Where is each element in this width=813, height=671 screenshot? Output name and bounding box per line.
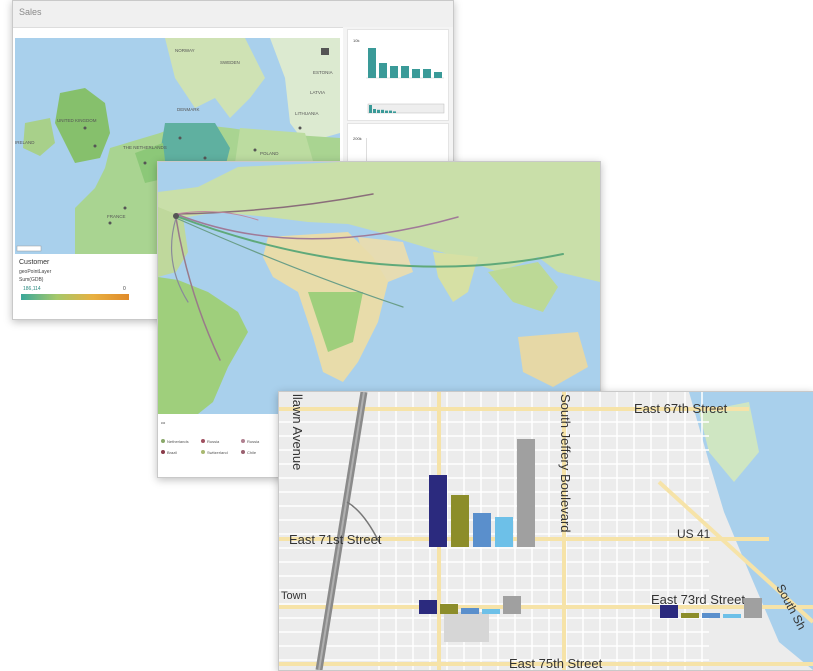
side-bar-chart-panel[interactable]: 10k	[347, 29, 449, 121]
bar-group-1-bar[interactable]	[495, 517, 513, 547]
map-label-estonia: ESTONIA	[313, 70, 333, 75]
label-e75: East 75th Street	[509, 656, 603, 670]
flow-legend-item[interactable]: Netherlands	[161, 439, 189, 444]
side-chart-bar[interactable]	[368, 48, 376, 78]
bar-group-3-bar[interactable]	[744, 598, 762, 618]
bar-group-2-bar[interactable]	[419, 600, 437, 614]
street-map-window: East 67th Street East 71st Street East 7…	[278, 391, 813, 671]
label-lawn: llawn Avenue	[290, 394, 305, 470]
legend-item-label: Netherlands	[167, 439, 189, 444]
sales-title: Sales	[19, 7, 42, 17]
side-chart-bar[interactable]	[423, 69, 431, 78]
side-chart-bar[interactable]	[390, 66, 398, 78]
bar-group-1-bar[interactable]	[451, 495, 469, 547]
world-flow-map[interactable]	[158, 162, 600, 414]
street-map[interactable]: East 67th Street East 71st Street East 7…	[279, 392, 813, 670]
legend-min-value: 186,114	[23, 286, 41, 292]
range-selector-bar	[373, 109, 376, 113]
legend-item-label: Chile	[247, 450, 257, 455]
legend-swatch	[241, 450, 245, 454]
bar-group-2-bar[interactable]	[482, 609, 500, 614]
side-chart-bar[interactable]	[379, 63, 387, 78]
legend-item-label: Russia	[207, 439, 220, 444]
side-chart-bar[interactable]	[412, 69, 420, 78]
label-sjb: South Jeffery Boulevard	[558, 394, 573, 533]
map-label-norway: NORWAY	[175, 48, 195, 53]
map-scale-bar	[16, 245, 42, 252]
map-label-poland: POLAND	[260, 151, 279, 156]
bar-group-3-bar[interactable]	[660, 605, 678, 618]
legend-subtitle-1: geoPointLayer	[19, 269, 52, 275]
map-label-netherlands: THE NETHERLANDS	[123, 145, 167, 150]
side-bar-chart	[366, 48, 445, 114]
flow-legend-item[interactable]: Brazil	[161, 450, 177, 455]
legend-swatch	[241, 439, 245, 443]
range-selector-bar	[385, 110, 388, 113]
bar-group-1-bar[interactable]	[517, 439, 535, 547]
legend-gradient	[21, 294, 129, 300]
side-panel-tick: 200k	[353, 136, 362, 141]
map-toolbar-icon[interactable]	[321, 48, 329, 55]
flow-legend-item[interactable]: Russia	[201, 439, 219, 444]
legend-subtitle-2: Sum(GDB)	[19, 277, 44, 283]
legend-item-label: Russia	[247, 439, 260, 444]
label-e71: East 71st Street	[289, 532, 382, 547]
map-label-denmark: DENMARK	[177, 107, 200, 112]
sales-title-bar: Sales	[13, 1, 453, 28]
bar-group-2-bar[interactable]	[461, 608, 479, 614]
legend-max-value: 0	[123, 286, 126, 292]
legend-swatch	[161, 439, 165, 443]
map-label-france: FRANCE	[107, 214, 126, 219]
label-town: Town	[281, 590, 307, 602]
flow-legend-title: co	[161, 420, 166, 425]
map-label-ireland: IRELAND	[15, 140, 35, 145]
bar-group-2-bar[interactable]	[503, 596, 521, 614]
bar-group-1-bar[interactable]	[473, 513, 491, 547]
legend-swatch	[201, 450, 205, 454]
bar-group-3-bar[interactable]	[702, 613, 720, 618]
label-e73: East 73rd Street	[651, 592, 745, 607]
side-chart-bar[interactable]	[401, 66, 409, 78]
bar-group-2-bar[interactable]	[440, 604, 458, 614]
map-label-lithuania: LITHUANIA	[295, 111, 319, 116]
bar-group-3-bar[interactable]	[681, 613, 699, 618]
flow-legend-item[interactable]: Chile	[241, 450, 256, 455]
label-us41: US 41	[677, 527, 711, 541]
legend-item-label: Brazil	[167, 450, 178, 455]
range-selector-bar	[369, 105, 372, 113]
map-label-latvia: LATVIA	[310, 90, 325, 95]
flow-legend-item[interactable]: Switzerland	[201, 450, 228, 455]
side-chart-bar[interactable]	[434, 72, 442, 78]
legend-swatch	[161, 450, 165, 454]
legend-swatch	[201, 439, 205, 443]
bar-group-3-bar[interactable]	[723, 614, 741, 618]
range-selector-bar	[393, 111, 396, 113]
range-selector-bar	[377, 109, 380, 113]
map-label-sweden: SWEDEN	[220, 60, 240, 65]
bar-group-1-bar[interactable]	[429, 475, 447, 547]
flow-legend-item[interactable]: Russia	[241, 439, 259, 444]
range-selector-bar	[389, 110, 392, 113]
range-selector-bar	[381, 109, 384, 113]
building-block	[444, 612, 489, 642]
map-label-uk: UNITED KINGDOM	[57, 118, 97, 123]
origin-point[interactable]	[173, 213, 179, 219]
legend-title: Customer	[19, 259, 50, 266]
label-e67: East 67th Street	[634, 401, 728, 416]
legend-item-label: Switzerland	[207, 450, 228, 455]
